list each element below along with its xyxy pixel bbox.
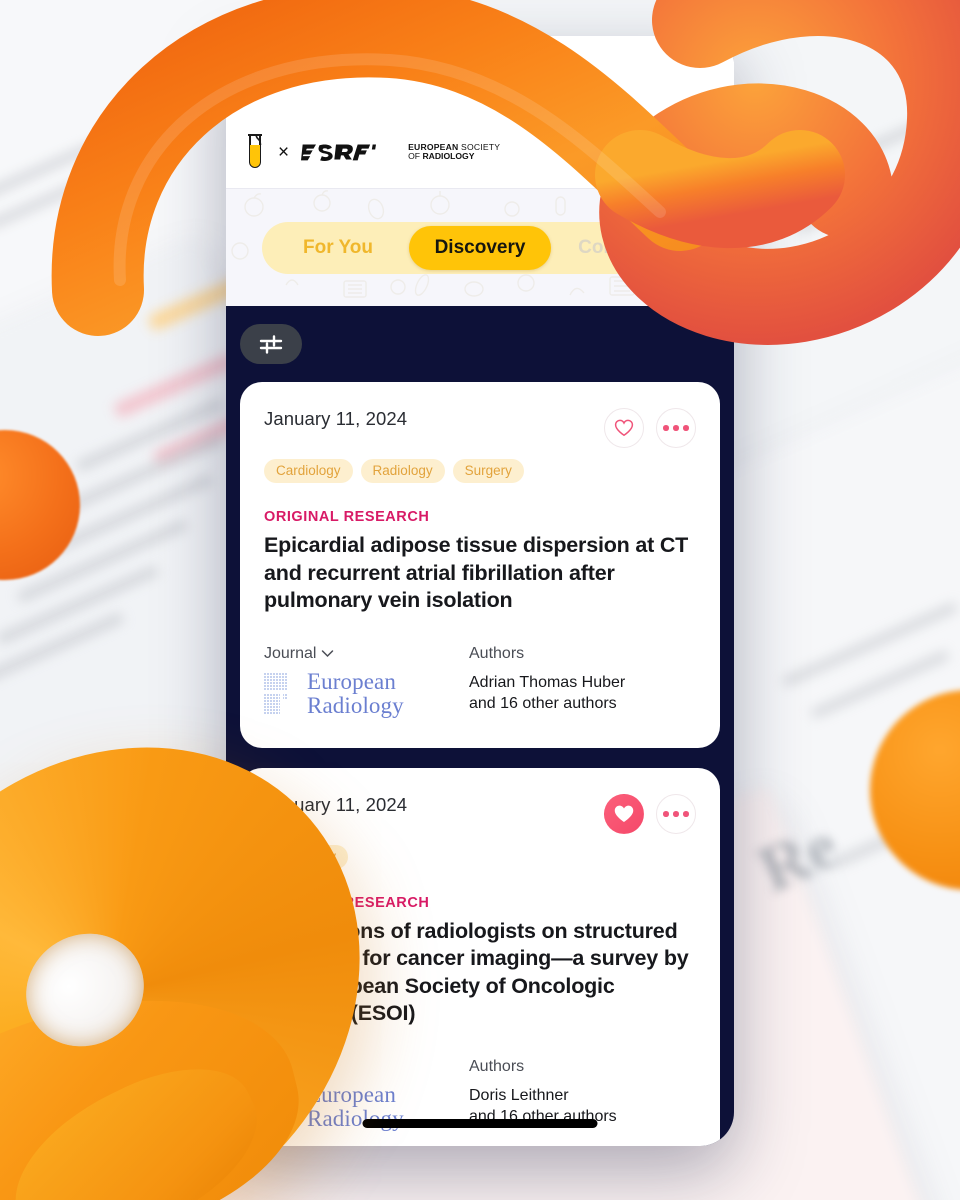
authors-value: Adrian Thomas Huber and 16 other authors: [469, 672, 625, 715]
profile-button[interactable]: [684, 146, 710, 172]
heart-filled-icon: [614, 805, 634, 822]
esr-tagline: EUROPEAN SOCIETY OF RADIOLOGY: [408, 142, 500, 161]
card-header: January 11, 2024: [264, 793, 696, 834]
journal-column: Journal European Radiology: [264, 645, 469, 718]
article-title[interactable]: Epicardial adipose tissue dispersion at …: [264, 532, 696, 615]
journal-label: Journal: [264, 644, 317, 662]
chevron-down-icon: [322, 650, 334, 658]
app-header: × EUROPEAN SOCIETY OF RADIOLOGY 文 A: [226, 36, 734, 188]
like-button[interactable]: [604, 793, 644, 834]
brand-separator: ×: [278, 141, 290, 163]
authors-line1: Doris Leithner: [469, 1086, 569, 1104]
article-date: January 11, 2024: [264, 793, 408, 815]
journal-label: Journal: [264, 1057, 317, 1075]
article-date: January 11, 2024: [264, 408, 408, 429]
translate-icon: 文 A: [571, 145, 592, 172]
card-actions: [604, 793, 696, 834]
card-header: January 11, 2024: [264, 408, 696, 448]
tag[interactable]: Radiology: [360, 459, 445, 483]
card-actions: [604, 408, 696, 448]
tag[interactable]: Cardiology: [264, 459, 353, 483]
journal-name-line1: European: [307, 668, 396, 694]
article-card[interactable]: January 11, 2024: [240, 767, 720, 1146]
journal-logo: European Radiology: [264, 668, 469, 718]
journal-name-line2: Radiology: [307, 692, 404, 718]
header-actions: 文 A: [571, 145, 716, 172]
esr-line2-prefix: OF: [408, 151, 423, 161]
journal-mark-icon: [264, 672, 298, 715]
tab-congress[interactable]: Congress: [551, 226, 693, 270]
journal-name: European Radiology: [307, 668, 404, 718]
phone-mockup: × EUROPEAN SOCIETY OF RADIOLOGY 文 A For …: [226, 36, 734, 1146]
article-title[interactable]: Perceptions of radiologists on structure…: [264, 918, 696, 1028]
authors-line1: Adrian Thomas Huber: [469, 673, 626, 691]
translate-button[interactable]: 文 A: [571, 145, 598, 172]
esr-line2-bold: RADIOLOGY: [422, 151, 475, 161]
home-indicator: [362, 1119, 598, 1128]
tab-pill-group: For You Discovery Congress: [262, 221, 698, 274]
journal-name-line1: European: [307, 1081, 396, 1107]
article-kicker: ORIGINAL RESEARCH: [264, 894, 430, 911]
article-meta: Journal: [264, 645, 696, 718]
authors-label: Authors: [469, 1057, 525, 1075]
tab-discovery[interactable]: Discovery: [409, 225, 551, 270]
more-icon: [663, 425, 689, 431]
tag-list: Cardiology Radiology Surgery: [264, 459, 696, 483]
esr-wordmark-icon: [301, 144, 377, 161]
chevron-down-icon: [322, 1063, 334, 1071]
tag[interactable]: Surgery: [452, 459, 524, 483]
authors-line2: and 16 other authors: [469, 695, 617, 713]
brand-lockup: × EUROPEAN SOCIETY OF RADIOLOGY: [244, 132, 571, 172]
search-icon: [630, 147, 653, 171]
article-kicker: ORIGINAL RESEARCH: [264, 509, 430, 525]
more-options-button[interactable]: [656, 793, 696, 834]
esr-logo: EUROPEAN SOCIETY OF RADIOLOGY: [301, 142, 500, 162]
tag-list: Radiology: [264, 844, 696, 869]
journal-label-row[interactable]: Journal: [264, 645, 469, 663]
journal-label-row[interactable]: Journal: [264, 1058, 469, 1076]
tag[interactable]: Radiology: [264, 844, 349, 869]
authors-label: Authors: [469, 644, 525, 662]
heart-icon: [614, 419, 634, 437]
search-button[interactable]: [628, 146, 654, 172]
filter-button[interactable]: [240, 324, 302, 364]
journal-mark-icon: [264, 1086, 298, 1129]
svg-text:A: A: [582, 158, 592, 172]
authors-column: Authors Adrian Thomas Huber and 16 other…: [469, 645, 625, 718]
article-card[interactable]: January 11, 2024: [240, 382, 720, 748]
tab-bar: For You Discovery Congress: [226, 188, 734, 306]
sliders-icon: [259, 335, 283, 354]
more-icon: [663, 811, 689, 817]
profile-icon: [687, 148, 707, 170]
more-options-button[interactable]: [656, 408, 696, 448]
like-button[interactable]: [604, 408, 644, 448]
poster-stage: Re Ro × EUROPEAN SOCIETY OF RADIOLOGY 文 …: [0, 0, 960, 1200]
article-feed: January 11, 2024 Cardiology Radiology Su…: [226, 306, 734, 1146]
test-tube-logo: [248, 133, 262, 168]
tab-for-you[interactable]: For You: [267, 226, 409, 270]
